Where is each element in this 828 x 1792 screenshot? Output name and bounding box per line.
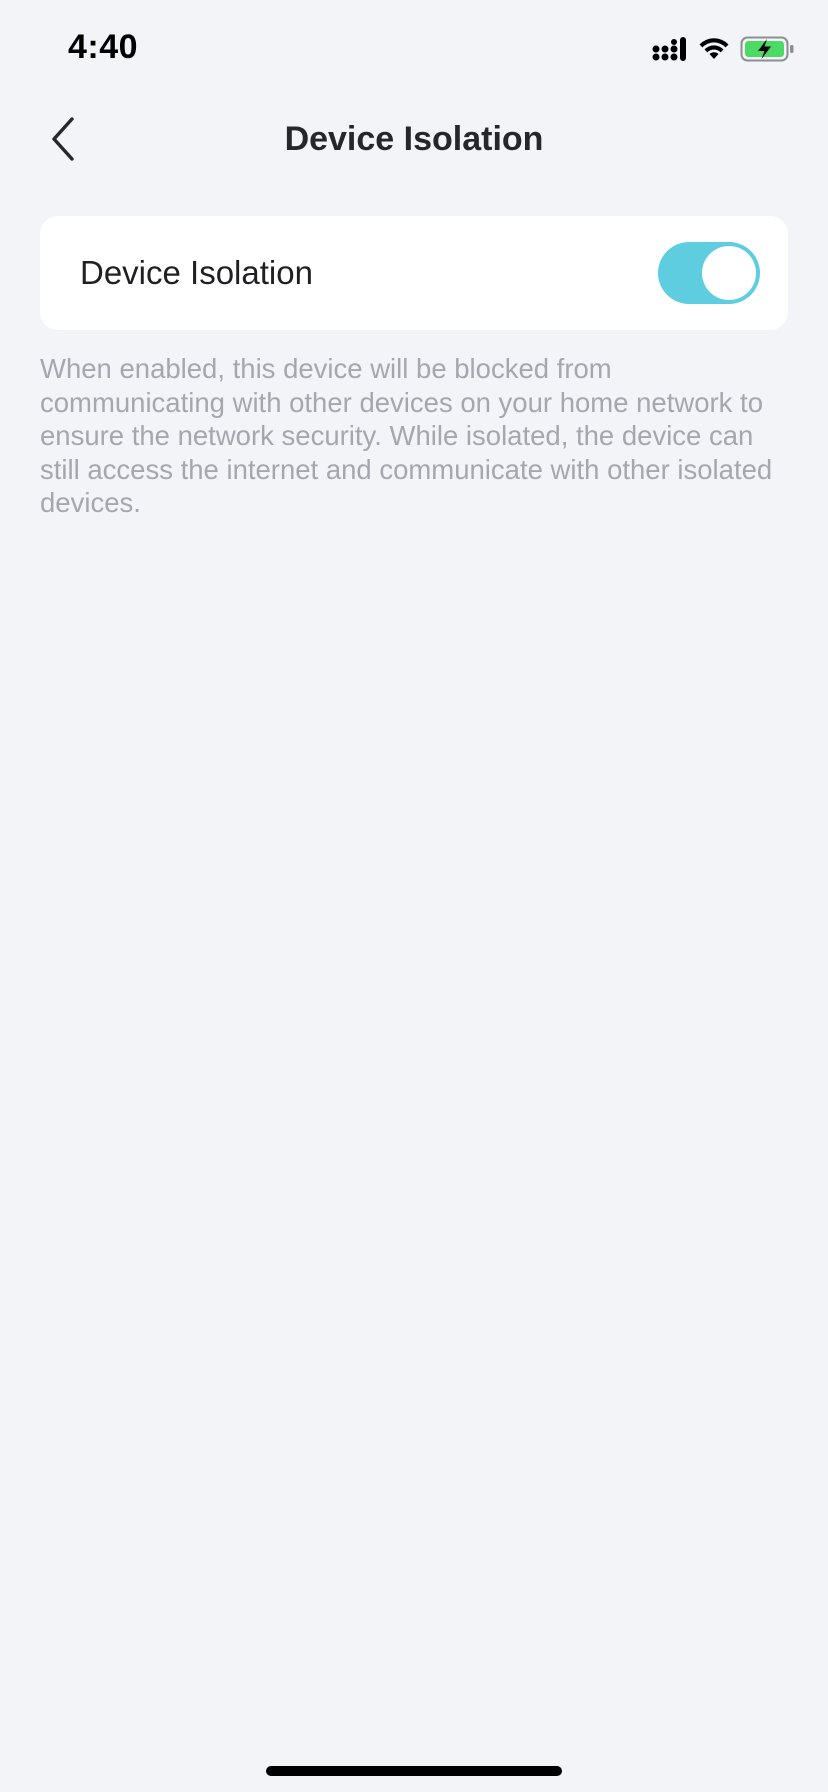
device-isolation-description: When enabled, this device will be blocke… <box>40 353 773 518</box>
wifi-icon <box>698 37 730 66</box>
status-bar: 4:40 <box>0 0 828 100</box>
battery-charging-icon <box>740 36 796 67</box>
device-isolation-label: Device Isolation <box>80 254 313 291</box>
status-icons <box>652 36 796 67</box>
cellular-signal-icon <box>652 36 688 67</box>
toggle-knob <box>702 246 756 300</box>
home-indicator <box>266 1766 562 1776</box>
status-time: 4:40 <box>68 28 139 66</box>
device-isolation-toggle[interactable] <box>658 242 760 304</box>
device-isolation-setting-card: Device Isolation <box>40 216 788 330</box>
page-title: Device Isolation <box>284 120 544 158</box>
nav-bar: Device Isolation <box>0 100 828 182</box>
